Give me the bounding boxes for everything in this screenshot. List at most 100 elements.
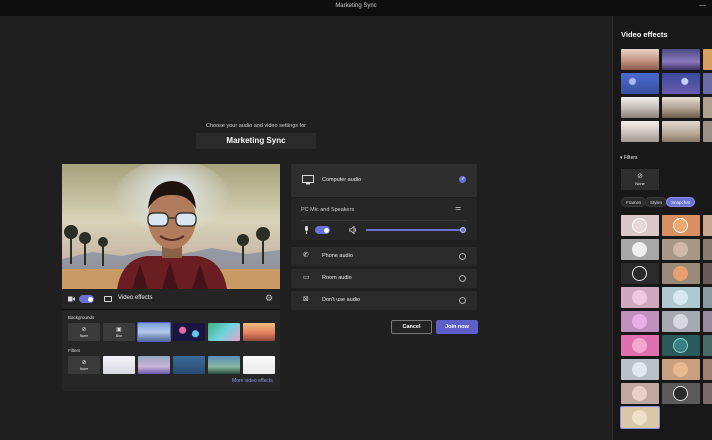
background-thumbnail[interactable] [703, 97, 712, 118]
tab-styles[interactable]: Styles [645, 197, 668, 207]
backgrounds-label: Backgrounds [68, 315, 95, 320]
audio-device-settings: PC Mic and Speakers ⚌ [291, 198, 477, 240]
background-thumbnail[interactable] [621, 97, 659, 118]
filter-thumbnail[interactable] [662, 287, 700, 308]
phone-audio-radio[interactable] [459, 253, 466, 260]
video-effects-button[interactable]: Video effects [118, 295, 152, 301]
video-preview [62, 164, 280, 289]
filter-thumbnail[interactable] [662, 335, 700, 356]
speaker-volume-slider[interactable] [366, 229, 464, 231]
video-effects-side-panel: Video effects ▾ Filters ⊘ None Frames St… [612, 16, 712, 440]
background-none-label: None [79, 333, 89, 338]
meeting-name: Marketing Sync [196, 133, 316, 149]
room-icon: ▭ [303, 274, 310, 281]
join-now-button[interactable]: Join now [436, 320, 478, 334]
filter-thumbnail[interactable] [662, 215, 700, 236]
computer-audio-radio[interactable] [459, 176, 466, 183]
filter-none-label: None [79, 366, 89, 371]
background-none[interactable]: ⊘ None [68, 323, 100, 341]
filter-thumbnail[interactable] [621, 311, 659, 332]
camera-icon [68, 296, 75, 302]
background-thumbnail[interactable] [662, 49, 700, 70]
side-filters-text: Filters [623, 155, 638, 161]
computer-audio-label: Computer audio [322, 177, 362, 183]
sliders-icon[interactable]: ⚌ [455, 204, 461, 212]
background-blur[interactable]: ▣ Blur [103, 323, 135, 341]
filter-thumbnail[interactable] [621, 335, 659, 356]
side-filters-label[interactable]: ▾ Filters [620, 155, 638, 161]
phone-audio-option[interactable]: ✆ Phone audio [291, 247, 477, 266]
title-bar: Marketing Sync — [0, 0, 712, 16]
background-thumbnail[interactable] [243, 323, 275, 341]
background-thumbnail[interactable] [703, 121, 712, 142]
no-audio-icon: ⊠ [303, 296, 309, 303]
no-audio-label: Don't use audio [322, 297, 361, 303]
filter-thumbnail[interactable] [662, 359, 700, 380]
side-filter-none[interactable]: ⊘ None [621, 169, 659, 190]
prejoin-prompt: Choose your audio and video settings for [206, 123, 306, 129]
room-audio-label: Room audio [322, 275, 352, 281]
filter-thumbnail[interactable] [620, 406, 660, 429]
filter-thumbnail[interactable] [662, 263, 700, 284]
tab-snapchat[interactable]: Snapchat [666, 197, 696, 207]
video-preview-image [62, 164, 280, 289]
room-audio-radio[interactable] [459, 275, 466, 282]
filter-thumbnail[interactable] [703, 335, 712, 356]
background-thumbnail[interactable] [621, 73, 659, 94]
background-blur-label: Blur [115, 333, 123, 338]
phone-icon: ✆ [303, 252, 309, 259]
speaker-icon [349, 226, 357, 234]
background-thumbnail[interactable] [662, 73, 700, 94]
filter-thumbnail[interactable] [703, 239, 712, 260]
filter-thumbnail[interactable] [621, 359, 659, 380]
none-icon: ⊘ [81, 326, 87, 333]
side-filter-none-label: None [635, 181, 645, 186]
no-audio-radio[interactable] [459, 297, 466, 304]
filter-thumbnail[interactable] [703, 311, 712, 332]
side-panel-title: Video effects [621, 30, 668, 39]
speaker-volume-handle[interactable] [460, 227, 466, 233]
video-controls: Video effects ⚙ [62, 289, 280, 310]
tab-frames[interactable]: Frames [621, 197, 647, 207]
no-audio-option[interactable]: ⊠ Don't use audio [291, 291, 477, 310]
filter-thumbnail[interactable] [208, 356, 240, 374]
filter-thumbnail[interactable] [621, 239, 659, 260]
filter-thumbnail[interactable] [703, 263, 712, 284]
minimize-icon[interactable]: — [699, 2, 706, 9]
background-thumbnail[interactable] [662, 97, 700, 118]
filter-thumbnail[interactable] [703, 287, 712, 308]
filter-thumbnail[interactable] [703, 215, 712, 236]
background-thumbnail[interactable] [703, 49, 712, 70]
background-thumbnail[interactable] [703, 73, 712, 94]
more-video-effects-link[interactable]: More video effects [232, 378, 273, 384]
filter-thumbnail[interactable] [621, 215, 659, 236]
filters-label: Filters [68, 348, 81, 353]
filter-thumbnail[interactable] [138, 356, 170, 374]
filter-thumbnail[interactable] [173, 356, 205, 374]
video-effects-icon [104, 296, 112, 302]
microphone-icon [305, 226, 308, 234]
filter-thumbnail[interactable] [662, 311, 700, 332]
filter-thumbnail[interactable] [103, 356, 135, 374]
filter-thumbnail[interactable] [662, 239, 700, 260]
background-thumbnail[interactable] [208, 323, 240, 341]
background-thumbnail[interactable] [662, 121, 700, 142]
camera-toggle[interactable] [79, 295, 94, 303]
filter-thumbnail[interactable] [621, 263, 659, 284]
filter-none[interactable]: ⊘ None [68, 356, 100, 374]
gear-icon[interactable]: ⚙ [265, 293, 273, 304]
filter-thumbnail[interactable] [621, 287, 659, 308]
background-thumbnail[interactable] [621, 121, 659, 142]
background-thumbnail[interactable] [137, 322, 171, 342]
filter-thumbnail[interactable] [243, 356, 275, 374]
filter-thumbnail[interactable] [662, 383, 700, 404]
cancel-button[interactable]: Cancel [391, 320, 432, 334]
background-thumbnail[interactable] [173, 323, 205, 341]
microphone-toggle[interactable] [315, 226, 330, 234]
filter-thumbnail[interactable] [703, 383, 712, 404]
background-thumbnail[interactable] [621, 49, 659, 70]
filter-thumbnail[interactable] [703, 359, 712, 380]
filter-thumbnail[interactable] [621, 383, 659, 404]
computer-audio-option[interactable]: Computer audio [291, 164, 477, 197]
room-audio-option[interactable]: ▭ Room audio [291, 269, 477, 288]
